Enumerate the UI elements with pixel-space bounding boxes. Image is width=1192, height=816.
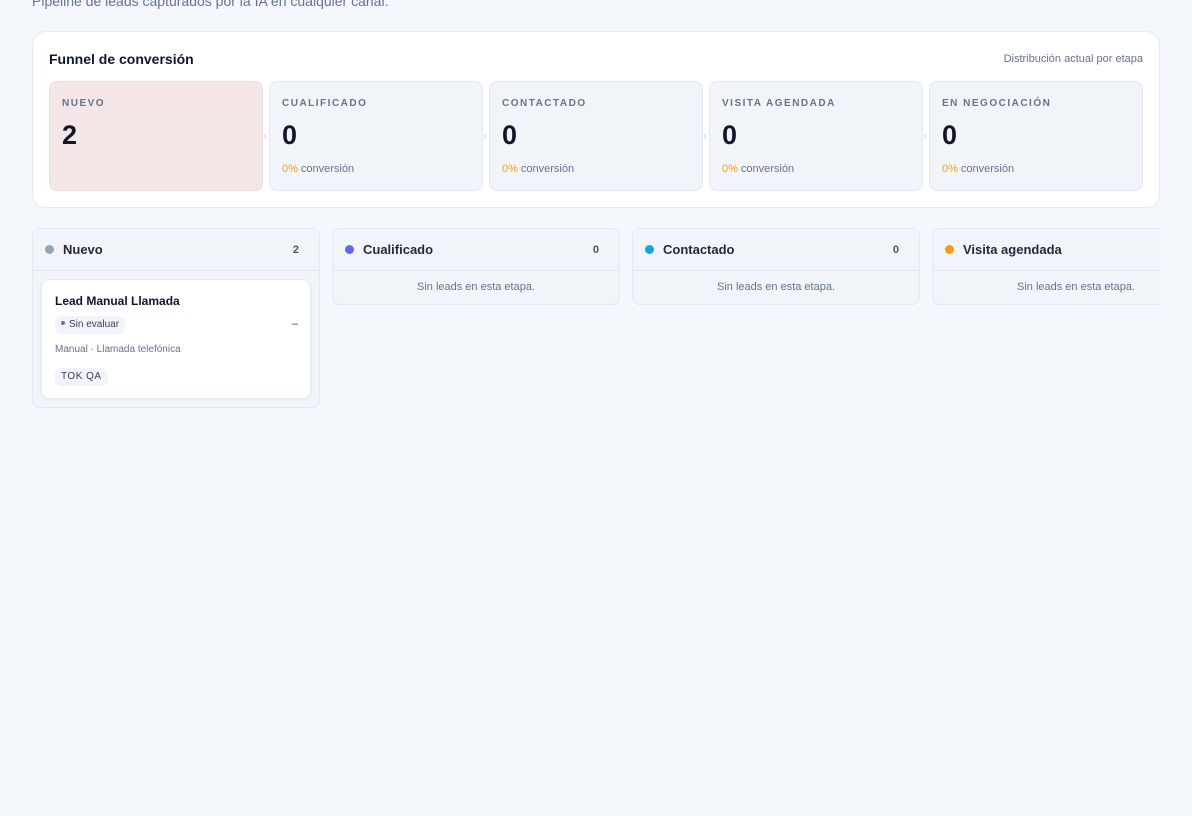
stage-count: 0 xyxy=(722,120,738,150)
conversion-pct: 0% xyxy=(282,163,298,175)
conversion-label: conversión xyxy=(300,163,355,175)
stage-name: CONTACTADO xyxy=(502,98,587,109)
status-badge: Sin evaluar xyxy=(55,316,126,334)
stage-count: 2 xyxy=(62,120,78,150)
funnel-subtitle: Distribución actual por etapa xyxy=(1003,53,1143,65)
conversion-pct: 0% xyxy=(722,163,738,175)
funnel-stage-nuevo[interactable]: NUEVO 2 xyxy=(49,81,263,191)
stage-count: 0 xyxy=(942,120,958,150)
funnel-card: Funnel de conversión Distribución actual… xyxy=(32,31,1160,208)
column-visita-agendada: Visita agendada Sin leads en esta etapa. xyxy=(932,228,1160,305)
conversion-label: conversión xyxy=(520,163,575,175)
column-header: Nuevo 2 xyxy=(33,229,319,271)
funnel-stage-contactado[interactable]: CONTACTADO 0 0% conversión xyxy=(489,81,703,191)
status-dot-icon xyxy=(645,245,654,254)
lead-card[interactable]: Lead Manual Llamada Sin evaluar – Manual… xyxy=(41,279,311,399)
column-header: Contactado 0 xyxy=(633,229,919,271)
stage-count: 0 xyxy=(502,120,518,150)
empty-state: Sin leads en esta etapa. xyxy=(716,281,836,293)
column-title: Nuevo xyxy=(63,242,103,257)
bullet-icon xyxy=(61,321,65,326)
funnel-stage-visita-agendada[interactable]: VISITA AGENDADA 0 0% conversión xyxy=(709,81,923,191)
conversion-pct: 0% xyxy=(502,163,518,175)
status-dot-icon xyxy=(345,245,354,254)
status-badge-label: Sin evaluar xyxy=(69,319,120,330)
empty-state: Sin leads en esta etapa. xyxy=(1016,281,1136,293)
conversion-label: conversión xyxy=(960,163,1015,175)
status-dot-icon xyxy=(945,245,954,254)
column-cualificado: Cualificado 0 Sin leads en esta etapa. xyxy=(332,228,620,305)
column-count: 0 xyxy=(592,244,599,256)
stage-conversion: 0% conversión xyxy=(282,163,354,175)
stage-name: VISITA AGENDADA xyxy=(722,98,836,109)
funnel-title: Funnel de conversión xyxy=(49,51,194,67)
lead-meta: Manual · Llamada telefónica xyxy=(55,344,181,355)
column-nuevo: Nuevo 2 Lead Manual Llamada Sin evaluar … xyxy=(32,228,320,408)
stage-conversion: 0% conversión xyxy=(502,163,574,175)
stage-count: 0 xyxy=(282,120,298,150)
stage-name: CUALIFICADO xyxy=(282,98,368,109)
conversion-label: conversión xyxy=(740,163,795,175)
column-title: Visita agendada xyxy=(963,242,1062,257)
stage-conversion: 0% conversión xyxy=(942,163,1014,175)
column-contactado: Contactado 0 Sin leads en esta etapa. xyxy=(632,228,920,305)
page-subtitle: Pipeline de leads capturados por la IA e… xyxy=(32,0,389,9)
kanban-board[interactable]: Nuevo 2 Lead Manual Llamada Sin evaluar … xyxy=(32,228,1160,428)
leads-page: Pipeline de leads capturados por la IA e… xyxy=(0,0,1192,816)
stage-name: EN NEGOCIACIÓN xyxy=(942,98,1052,109)
column-count: 2 xyxy=(292,244,299,256)
stage-conversion: 0% conversión xyxy=(722,163,794,175)
conversion-pct: 0% xyxy=(942,163,958,175)
empty-state: Sin leads en esta etapa. xyxy=(416,281,536,293)
column-title: Cualificado xyxy=(363,242,434,257)
column-count: 0 xyxy=(892,244,899,256)
stage-name: NUEVO xyxy=(62,98,106,109)
column-header: Cualificado 0 xyxy=(333,229,619,271)
column-title: Contactado xyxy=(663,242,735,257)
column-header: Visita agendada xyxy=(933,229,1160,271)
funnel-stage-en-negociacion[interactable]: EN NEGOCIACIÓN 0 0% conversión xyxy=(929,81,1143,191)
lead-score: – xyxy=(291,318,298,330)
lead-tag: TOK QA xyxy=(55,368,108,386)
lead-title: Lead Manual Llamada xyxy=(55,294,180,308)
funnel-stage-cualificado[interactable]: CUALIFICADO 0 0% conversión xyxy=(269,81,483,191)
status-dot-icon xyxy=(45,245,54,254)
